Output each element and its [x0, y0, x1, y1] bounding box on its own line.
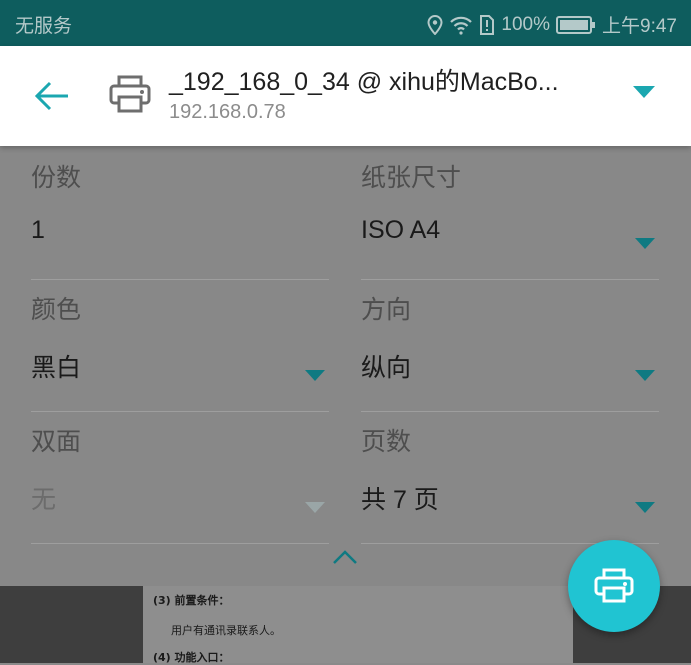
- printer-header: _192_168_0_34 @ xihu的MacBo... 192.168.0.…: [0, 46, 691, 146]
- orientation-dropdown-icon[interactable]: [635, 370, 655, 381]
- status-bar: 无服务 100% 上午9:47: [0, 0, 691, 46]
- preview-line-1: (3) 前置条件：: [153, 594, 230, 607]
- copies-field[interactable]: 份数 1: [31, 158, 329, 280]
- duplex-select: 无: [31, 486, 57, 514]
- paper-size-field[interactable]: 纸张尺寸 ISO A4: [361, 158, 659, 280]
- paper-size-select[interactable]: ISO A4: [361, 216, 440, 245]
- paper-size-label: 纸张尺寸: [361, 164, 462, 192]
- preview-page: (3) 前置条件： 用户有通讯录联系人。 (4) 功能入口：: [143, 586, 573, 664]
- color-dropdown-icon[interactable]: [305, 370, 325, 381]
- paper-size-underline: [361, 279, 659, 280]
- preview-line-2: 用户有通讯录联系人。: [171, 624, 281, 637]
- pages-dropdown-icon[interactable]: [635, 502, 655, 513]
- battery-percent: 100%: [501, 13, 551, 35]
- orientation-underline: [361, 411, 659, 412]
- back-arrow-icon[interactable]: [30, 74, 74, 118]
- paper-size-dropdown-icon[interactable]: [635, 238, 655, 249]
- printer-icon: [109, 75, 151, 113]
- color-underline: [31, 411, 329, 412]
- orientation-label: 方向: [361, 296, 412, 324]
- orientation-select[interactable]: 纵向: [361, 348, 411, 384]
- color-select[interactable]: 黑白: [31, 348, 81, 384]
- duplex-label: 双面: [31, 428, 82, 456]
- status-icons: 100% 上午9:47: [427, 11, 677, 38]
- status-time: 上午9:47: [602, 16, 677, 37]
- collapse-chevron-up-icon[interactable]: [332, 549, 358, 565]
- duplex-underline: [31, 543, 329, 544]
- printer-name[interactable]: _192_168_0_34 @ xihu的MacBo...: [169, 62, 559, 98]
- pages-label: 页数: [361, 428, 412, 456]
- location-icon: [427, 14, 443, 35]
- color-label: 颜色: [31, 296, 82, 324]
- pages-select[interactable]: 共 7 页: [361, 480, 439, 516]
- dropdown-arrow-icon[interactable]: [633, 86, 655, 98]
- printer-ip: 192.168.0.78: [169, 101, 286, 123]
- pages-field[interactable]: 页数 共 7 页: [361, 422, 659, 544]
- copies-label: 份数: [31, 164, 82, 192]
- duplex-field: 双面 无: [31, 422, 329, 544]
- orientation-field[interactable]: 方向 纵向: [361, 290, 659, 412]
- carrier-text: 无服务: [15, 16, 73, 37]
- color-field[interactable]: 颜色 黑白: [31, 290, 329, 412]
- print-options-panel: 份数 1 纸张尺寸 ISO A4 颜色 黑白 方向 纵向 双面 无 页数 共 7…: [0, 146, 691, 586]
- print-button[interactable]: [568, 540, 660, 632]
- wifi-icon: [450, 16, 473, 35]
- copies-input[interactable]: 1: [31, 216, 45, 245]
- battery-icon: [556, 15, 596, 34]
- sim-alert-icon: [480, 14, 495, 35]
- print-fab-icon: [594, 568, 634, 603]
- duplex-dropdown-icon: [305, 502, 325, 513]
- copies-underline: [31, 279, 329, 280]
